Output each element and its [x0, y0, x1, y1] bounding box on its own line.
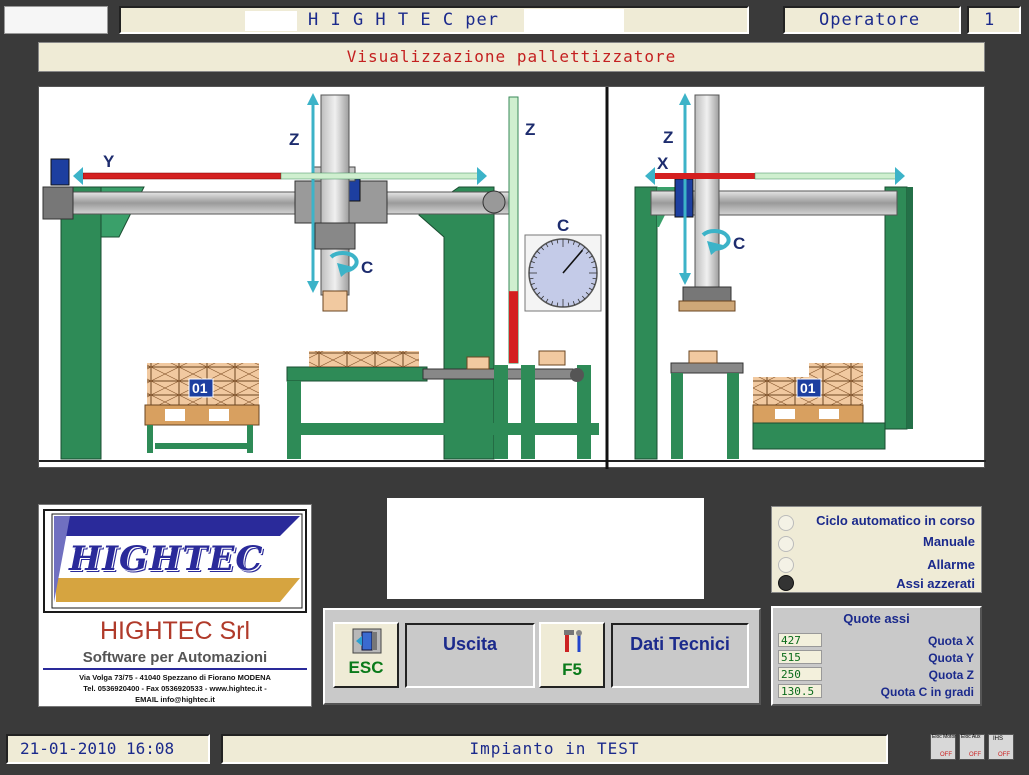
header-title-bar: H I G H T E C per — [119, 6, 749, 34]
logo-divider — [43, 668, 307, 670]
datetime: 21-01-2010 16:08 — [20, 739, 175, 758]
mini-icon-3-bottom: OFF — [998, 752, 1010, 758]
mini-icon-2-top: Eloc Aux — [961, 734, 981, 740]
axis-c-right-label: C — [733, 234, 745, 253]
palletizer-diagram: Y Z C Z C Z X C 01 01 — [39, 87, 986, 469]
right-gantry — [634, 93, 913, 460]
title-blank-right — [524, 9, 624, 33]
exit-door-icon — [352, 628, 382, 654]
message-display — [387, 498, 704, 599]
plant-status-box: Impianto in TEST — [221, 734, 888, 764]
pallet-right-number: 01 — [800, 380, 816, 396]
mini-icon-1-bottom: OFF — [940, 752, 952, 758]
tools-icon — [564, 630, 582, 652]
operator-box: Operatore — [783, 6, 961, 34]
logo-address: Via Volga 73/75 - 41040 Spezzano di Fior… — [79, 673, 271, 682]
motor-status-icon[interactable]: Eloc Motor OFF — [930, 734, 956, 760]
mini-icon-2-bottom: OFF — [969, 752, 981, 758]
datetime-box: 21-01-2010 16:08 — [6, 734, 210, 764]
status-alarm: Allarme — [927, 557, 975, 572]
quote-x-value: 427 — [778, 633, 822, 647]
led-axes-zeroed — [778, 575, 794, 591]
f5-button[interactable]: F5 — [539, 622, 605, 688]
status-axes-zeroed: Assi azzerati — [896, 576, 975, 591]
quote-z-label: Quota Z — [928, 668, 974, 682]
mini-status-icons: Eloc Motor OFF Eloc Aux OFF IHS OFF — [930, 734, 1020, 762]
technical-data-label: Dati Tecnici — [630, 634, 730, 654]
status-panel: Ciclo automatico in corso Manuale Allarm… — [771, 506, 982, 593]
f5-key-label: F5 — [562, 660, 582, 679]
logo-brand: HIGHTEC — [69, 539, 264, 579]
z-position-gauge — [508, 96, 519, 364]
header-blank-box — [4, 6, 108, 34]
mini-icon-1-top: Eloc Motor — [932, 734, 956, 740]
quote-c-label: Quota C in gradi — [880, 685, 974, 699]
quote-y-value: 515 — [778, 650, 822, 664]
c-angle-dial — [524, 234, 602, 312]
operator-label: Operatore — [819, 10, 921, 30]
logo-tagline: Software per Automazioni — [82, 649, 268, 666]
led-automatic-cycle — [778, 515, 794, 531]
logo-company: HIGHTEC Srl — [100, 617, 250, 645]
technical-data-button[interactable]: Dati Tecnici — [611, 623, 749, 688]
exit-button-label: Uscita — [442, 634, 498, 654]
machine-view: Y Z C Z C Z X C 01 01 — [38, 86, 986, 469]
axis-x-right-label: X — [657, 154, 669, 173]
esc-key-label: ESC — [348, 658, 384, 677]
section-title-bar: Visualizzazione pallettizzatore — [38, 42, 985, 72]
title-blank-left — [245, 11, 297, 31]
aux-status-icon[interactable]: Eloc Aux OFF — [959, 734, 985, 760]
axis-z-right-label: Z — [663, 128, 673, 147]
pallet-left-number: 01 — [192, 380, 208, 396]
axis-z-left-label: Z — [289, 130, 299, 149]
led-manual — [778, 536, 794, 552]
axis-y-label: Y — [103, 152, 115, 171]
axis-z-mid-label: Z — [525, 120, 535, 139]
status-manual: Manuale — [922, 534, 975, 549]
operator-number: 1 — [984, 10, 996, 30]
axis-quotes-panel: Quote assi 427 Quota X 515 Quota Y 250 Q… — [771, 606, 982, 706]
esc-button[interactable]: ESC — [333, 622, 399, 688]
operator-number-box: 1 — [967, 6, 1021, 34]
company-logo-panel: HIGHTEC HIGHTEC Srl Software per Automaz… — [38, 504, 312, 707]
axis-c-left-label: C — [361, 258, 373, 277]
quote-y-label: Quota Y — [928, 651, 974, 665]
section-title: Visualizzazione pallettizzatore — [346, 47, 677, 66]
status-automatic-cycle: Ciclo automatico in corso — [816, 513, 975, 528]
logo-email: EMAIL info@hightec.it — [135, 695, 215, 704]
led-alarm — [778, 557, 794, 573]
plant-status: Impianto in TEST — [469, 739, 640, 758]
quote-c-value: 130.5 — [778, 684, 822, 698]
logo-contacts: Tel. 0536920400 - Fax 0536920533 - www.h… — [83, 684, 267, 693]
axis-c-gauge-label: C — [557, 216, 569, 235]
quotes-title: Quote assi — [843, 611, 910, 626]
function-key-bar: ESC Uscita F5 Dati Tecnici — [323, 608, 761, 705]
quote-x-label: Quota X — [927, 634, 974, 648]
exit-button[interactable]: Uscita — [405, 623, 535, 688]
mini-icon-3-top: IHS — [993, 736, 1004, 742]
quote-z-value: 250 — [778, 667, 822, 681]
app-title: H I G H T E C per — [308, 10, 499, 30]
ihs-status-icon[interactable]: IHS OFF — [988, 734, 1014, 760]
